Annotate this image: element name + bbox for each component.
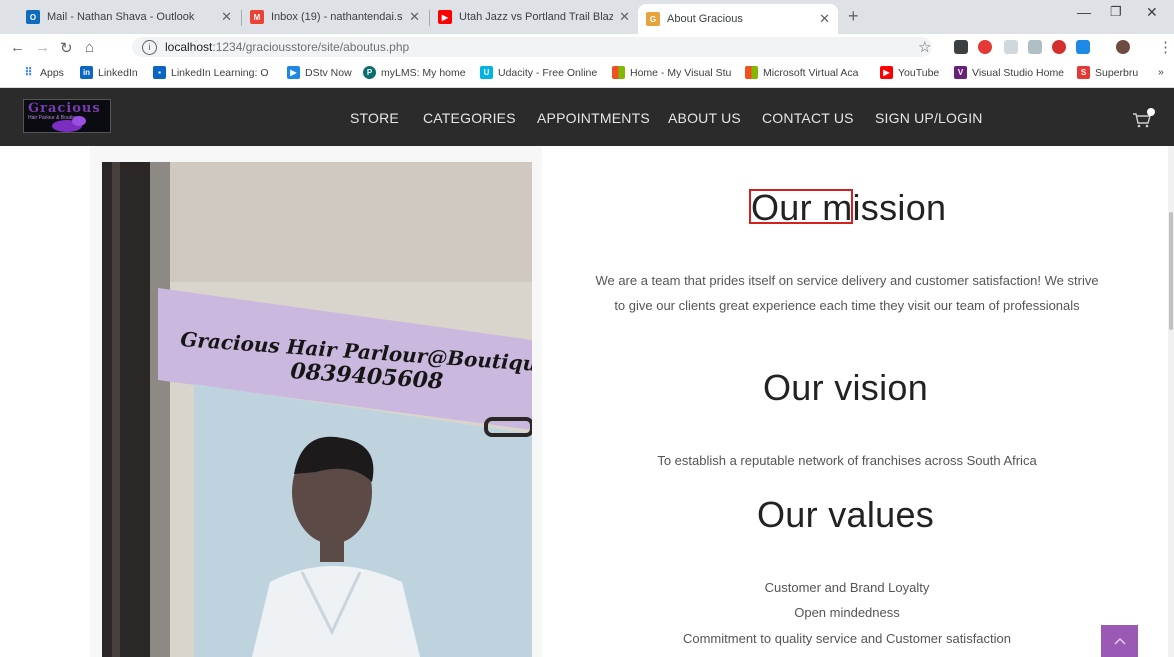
values-item: Open mindedness: [794, 605, 900, 620]
nav-appointments[interactable]: APPOINTMENTS: [537, 110, 650, 126]
values-item: Commitment to quality service and Custom…: [682, 631, 1011, 646]
bookmark-superbru[interactable]: S Superbru: [1077, 66, 1138, 79]
nav-categories[interactable]: CATEGORIES: [423, 110, 516, 126]
gmail-icon: M: [250, 10, 264, 24]
adblock-icon[interactable]: [1052, 40, 1066, 54]
new-tab-icon[interactable]: +: [848, 6, 859, 27]
bookmark-label: Home - My Visual Stu: [630, 66, 732, 79]
bookmark-label: DStv Now: [305, 66, 352, 79]
bookmark-label: LinkedIn Learning: O: [171, 66, 269, 79]
salon-photo: Gracious Hair Parlour@Boutique 083940560…: [102, 162, 532, 657]
vision-text: To establish a reputable network of fran…: [657, 453, 1037, 468]
visual-studio-icon: V: [954, 66, 967, 79]
bookmark-vs-home[interactable]: V Visual Studio Home: [954, 66, 1064, 79]
microsoft-icon: [745, 66, 758, 79]
dstv-icon: ▶: [287, 66, 300, 79]
close-icon[interactable]: ✕: [409, 9, 420, 25]
minimize-icon[interactable]: —: [1077, 4, 1091, 20]
mission-text: We are a team that prides itself on serv…: [595, 273, 1099, 313]
bookmark-dstv[interactable]: ▶ DStv Now: [287, 66, 352, 79]
bookmark-visual-studio[interactable]: Home - My Visual Stu: [612, 66, 731, 79]
youtube-icon: ▶: [438, 10, 452, 24]
address-host: localhost: [165, 40, 213, 54]
page-scrollbar[interactable]: [1168, 146, 1174, 657]
selection-highlight: [749, 189, 853, 224]
bookmark-label: Visual Studio Home: [972, 66, 1065, 79]
menu-dots-icon[interactable]: ⋮: [1158, 38, 1173, 56]
address-input[interactable]: i localhost:1234/graciousstore/site/abou…: [132, 37, 932, 57]
bookmark-linkedin[interactable]: in LinkedIn: [80, 66, 138, 79]
address-path: :1234/graciousstore/site/aboutus.php: [212, 40, 410, 54]
bookmark-label: Udacity - Free Online: [498, 66, 598, 79]
udacity-icon: U: [480, 66, 493, 79]
youtube-icon: ▶: [880, 66, 893, 79]
scrollbar-thumb[interactable]: [1169, 212, 1173, 330]
logo-text: Gracious: [28, 101, 101, 116]
microsoft-icon: [612, 66, 625, 79]
tab-label: Utah Jazz vs Portland Trail Blazers: [459, 11, 614, 23]
bookmark-youtube[interactable]: ▶ YouTube: [880, 66, 939, 79]
site-favicon-icon: G: [646, 12, 660, 26]
tab-label: About Gracious: [667, 13, 743, 25]
logo-mark: [72, 116, 86, 126]
site-logo[interactable]: Gracious Hair Parlour & Boutique: [23, 99, 111, 133]
site-header: Gracious Hair Parlour & Boutique STORE C…: [0, 88, 1174, 146]
bookmark-udacity[interactable]: U Udacity - Free Online: [480, 66, 597, 79]
extension-icon[interactable]: [1076, 40, 1090, 54]
bookmark-mylms[interactable]: PmyLMS: My home: [363, 66, 466, 79]
tab-gmail[interactable]: M Inbox (19) - nathantendai.shava@ ✕: [242, 4, 428, 30]
bookmark-linkedin-learning[interactable]: ▪ LinkedIn Learning: O: [153, 66, 268, 79]
extension-icon[interactable]: [1028, 40, 1042, 54]
bookmark-label: YouTube: [898, 66, 940, 79]
close-icon[interactable]: ✕: [619, 9, 630, 25]
outlook-icon: O: [26, 10, 40, 24]
chevron-up-icon: [1114, 638, 1125, 645]
bookmark-label: LinkedIn: [98, 66, 138, 79]
extension-icon[interactable]: [1004, 40, 1018, 54]
values-heading: Our values: [757, 494, 935, 535]
window-close-icon[interactable]: ✕: [1146, 4, 1158, 21]
forward-arrow-icon[interactable]: →: [35, 39, 50, 56]
nav-store[interactable]: STORE: [350, 110, 399, 126]
values-item: Customer and Brand Loyalty: [764, 580, 930, 595]
back-arrow-icon[interactable]: ←: [10, 39, 25, 56]
superbru-icon: S: [1077, 66, 1090, 79]
bookmark-label: Superbru: [1095, 66, 1139, 79]
bookmark-label: Microsoft Virtual Aca: [763, 66, 859, 79]
bookmarks-bar: ⠿ Apps in LinkedIn ▪ LinkedIn Learning: O ▶…: [0, 60, 1174, 88]
tab-label: Inbox (19) - nathantendai.shava@: [271, 11, 403, 23]
close-icon[interactable]: ✕: [819, 11, 830, 27]
reload-icon[interactable]: ↻: [60, 39, 73, 57]
tab-about-gracious[interactable]: G About Gracious ✕: [638, 4, 838, 34]
bookmark-apps[interactable]: ⠿ Apps: [22, 66, 64, 80]
nav-about-us[interactable]: ABOUT US: [668, 110, 741, 126]
address-toolbar: ← → ↻ ⌂ i localhost:1234/graciousstore/s…: [0, 34, 1174, 60]
extension-icon[interactable]: [954, 40, 968, 54]
bookmark-mva[interactable]: Microsoft Virtual Aca: [745, 66, 859, 79]
info-icon[interactable]: i: [142, 39, 157, 55]
apps-grid-icon: ⠿: [24, 67, 33, 79]
nav-sign-up-login[interactable]: SIGN UP/LOGIN: [875, 110, 983, 126]
bookmark-label: Apps: [40, 66, 64, 79]
nav-contact-us[interactable]: CONTACT US: [762, 110, 854, 126]
opera-icon[interactable]: [978, 40, 992, 54]
cart-icon[interactable]: [1131, 108, 1155, 130]
bookmark-star-icon[interactable]: ☆: [918, 38, 931, 56]
close-icon[interactable]: ✕: [221, 9, 232, 25]
home-icon[interactable]: ⌂: [85, 39, 94, 56]
tab-label: Mail - Nathan Shava - Outlook: [47, 11, 195, 23]
scroll-to-top-button[interactable]: [1101, 625, 1138, 657]
vision-heading: Our vision: [763, 367, 929, 408]
bookmarks-overflow-icon[interactable]: »: [1158, 66, 1164, 78]
tab-outlook[interactable]: O Mail - Nathan Shava - Outlook ✕: [18, 4, 240, 30]
browser-tab-strip: O Mail - Nathan Shava - Outlook ✕ M Inbo…: [0, 0, 1174, 34]
restore-icon[interactable]: ❐: [1110, 4, 1122, 20]
avatar[interactable]: [1116, 40, 1130, 54]
mylms-icon: P: [363, 66, 376, 79]
linkedin-icon: in: [80, 66, 93, 79]
tab-youtube[interactable]: ▶ Utah Jazz vs Portland Trail Blazers ✕: [430, 4, 638, 30]
bookmark-label: myLMS: My home: [381, 66, 466, 79]
linkedin-learning-icon: ▪: [153, 66, 166, 79]
